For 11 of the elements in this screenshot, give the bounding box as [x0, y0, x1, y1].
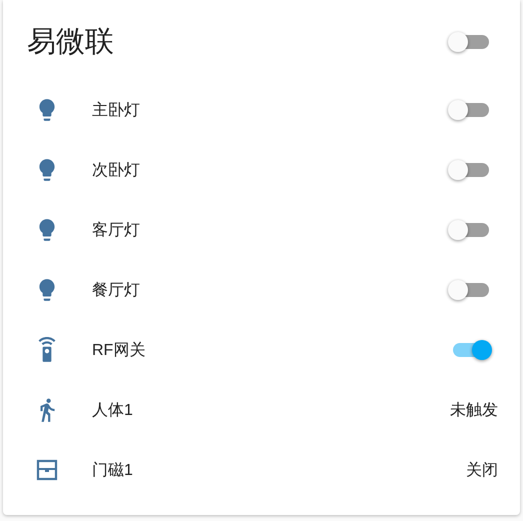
entity-name: 次卧灯	[92, 160, 141, 180]
card-title: 易微联	[27, 25, 114, 60]
entity-state: 关闭	[466, 460, 498, 480]
entity-name: RF网关	[92, 340, 146, 360]
entity-name: 餐厅灯	[92, 280, 141, 300]
door-sensor-icon	[36, 459, 58, 481]
entity-name: 主卧灯	[92, 100, 141, 120]
entity-name: 门磁1	[92, 460, 134, 480]
entity-name: 人体1	[92, 400, 134, 420]
entity-name: 客厅灯	[92, 220, 141, 240]
entity-state: 未触发	[450, 400, 498, 420]
